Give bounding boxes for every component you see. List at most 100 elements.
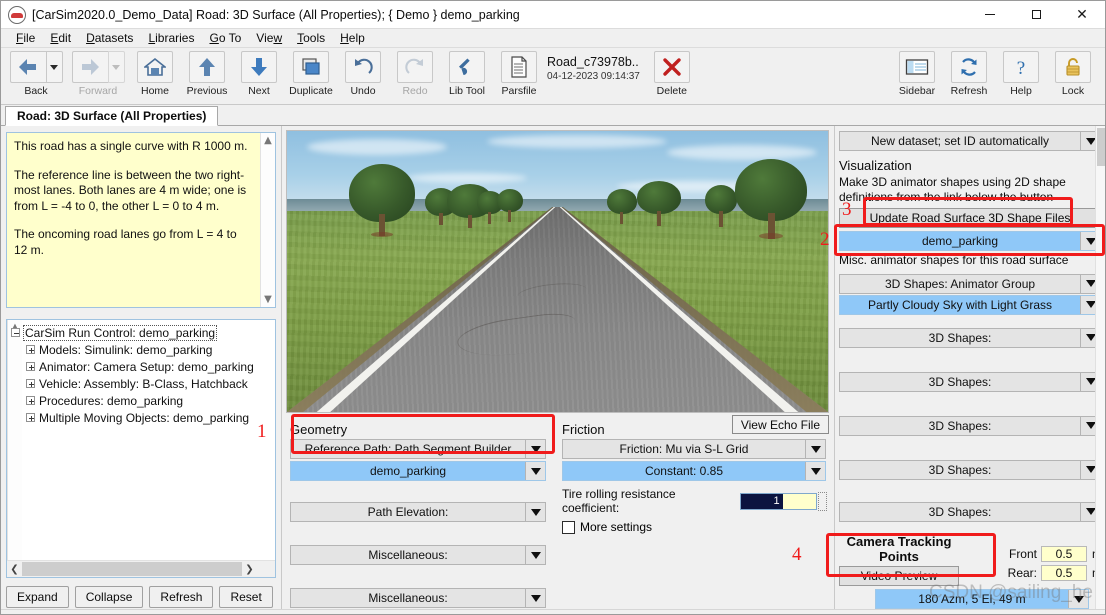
refresh-circular-arrows-icon[interactable] bbox=[951, 51, 987, 83]
undo-button[interactable]: Undo bbox=[337, 51, 389, 97]
dataset-tree[interactable]: CarSim Run Control: demo_parking Models:… bbox=[7, 320, 254, 426]
back-button[interactable]: Back bbox=[5, 51, 67, 97]
menu-datasets[interactable]: Datasets bbox=[79, 30, 141, 46]
menu-edit[interactable]: Edit bbox=[43, 30, 79, 46]
tree-node-mmo[interactable]: Multiple Moving Objects: demo_parking bbox=[11, 409, 254, 426]
arrow-up-icon[interactable] bbox=[189, 51, 225, 83]
padlock-icon[interactable] bbox=[1055, 51, 1091, 83]
notes-panel[interactable]: This road has a single curve with R 1000… bbox=[6, 132, 276, 308]
chevron-down-icon[interactable] bbox=[525, 462, 545, 480]
delete-button[interactable]: Delete bbox=[646, 51, 698, 97]
road-surface-shape-value[interactable]: demo_parking bbox=[839, 231, 1101, 251]
reference-path-combo[interactable]: Reference Path: Path Segment Builder bbox=[290, 439, 546, 459]
forward-button[interactable]: Forward bbox=[67, 51, 129, 97]
parsfile-button[interactable]: Parsfile bbox=[493, 51, 545, 97]
chevron-down-icon[interactable] bbox=[525, 503, 545, 521]
expand-box-icon[interactable] bbox=[26, 362, 35, 371]
scroll-up-chevron-icon[interactable]: ▲ bbox=[264, 133, 272, 148]
menu-help[interactable]: Help bbox=[333, 30, 373, 46]
wrench-icon[interactable] bbox=[449, 51, 485, 83]
next-button[interactable]: Next bbox=[233, 51, 285, 97]
rolling-resistance-input[interactable]: 1 bbox=[739, 492, 818, 510]
misc-combo-1[interactable]: Miscellaneous: bbox=[290, 545, 546, 565]
shape-combo-6[interactable]: 3D Shapes: bbox=[839, 501, 1101, 522]
update-road-surface-3d-shape-files-button[interactable]: Update Road Surface 3D Shape Files bbox=[839, 208, 1101, 228]
home-button[interactable]: Home bbox=[129, 51, 181, 97]
refresh-tree-button[interactable]: Refresh bbox=[149, 586, 214, 608]
collapse-button[interactable]: Collapse bbox=[74, 586, 144, 608]
arrow-down-icon[interactable] bbox=[241, 51, 277, 83]
minimize-icon[interactable] bbox=[967, 1, 1013, 29]
tree-node-models[interactable]: Models: Simulink: demo_parking bbox=[11, 341, 254, 358]
shape-combo-4[interactable]: 3D Shapes: bbox=[839, 415, 1101, 436]
rolling-resistance-spinner[interactable] bbox=[818, 491, 827, 511]
shape-combo-2[interactable]: 3D Shapes: bbox=[839, 327, 1101, 348]
menu-goto[interactable]: Go To bbox=[202, 30, 249, 46]
chevron-down-icon[interactable] bbox=[805, 440, 825, 458]
sidebar-button[interactable]: Sidebar bbox=[891, 51, 943, 97]
arrow-left-icon[interactable] bbox=[9, 51, 46, 83]
right-scroll-thumb[interactable] bbox=[1097, 128, 1105, 166]
redo-button[interactable]: Redo bbox=[389, 51, 441, 97]
menu-view[interactable]: View bbox=[249, 30, 290, 46]
expand-box-icon[interactable] bbox=[26, 413, 35, 422]
reset-button[interactable]: Reset bbox=[219, 586, 273, 608]
animator-viewport[interactable] bbox=[286, 130, 829, 413]
misc-combo-2[interactable]: Miscellaneous: bbox=[290, 588, 546, 608]
expand-box-icon[interactable] bbox=[26, 345, 35, 354]
hscroll-thumb[interactable] bbox=[22, 562, 242, 576]
tree-node-root[interactable]: CarSim Run Control: demo_parking bbox=[11, 324, 254, 341]
sidebar-panel-icon[interactable] bbox=[899, 51, 935, 83]
chevron-down-icon[interactable] bbox=[525, 589, 545, 607]
tab-road-3d-surface[interactable]: Road: 3D Surface (All Properties) bbox=[5, 106, 219, 126]
help-button[interactable]: ? Help bbox=[995, 51, 1047, 97]
tree-node-animator[interactable]: Animator: Camera Setup: demo_parking bbox=[11, 358, 254, 375]
chevron-down-icon[interactable] bbox=[1068, 590, 1088, 608]
path-elevation-combo[interactable]: Path Elevation: bbox=[290, 502, 546, 522]
undo-arrow-icon[interactable] bbox=[345, 51, 381, 83]
chevron-down-icon[interactable] bbox=[525, 546, 545, 564]
right-panel-scrollbar[interactable] bbox=[1095, 126, 1105, 614]
scroll-left-chevron-icon[interactable]: ❮ bbox=[7, 564, 22, 575]
red-x-icon[interactable] bbox=[653, 51, 690, 83]
expand-box-icon[interactable] bbox=[26, 379, 35, 388]
dataset-combo[interactable]: New dataset; set ID automatically bbox=[839, 131, 1101, 151]
run-control-tree-panel[interactable]: CarSim Run Control: demo_parking Models:… bbox=[6, 319, 276, 578]
duplicate-button[interactable]: Duplicate bbox=[285, 51, 337, 97]
camera-view-combo[interactable]: 180 Azm, 5 El, 49 m bbox=[875, 589, 1089, 609]
notes-scrollbar[interactable]: ▲ ▼ bbox=[260, 133, 275, 307]
duplicate-windows-icon[interactable] bbox=[293, 51, 329, 83]
refresh-button[interactable]: Refresh bbox=[943, 51, 995, 97]
previous-button[interactable]: Previous bbox=[181, 51, 233, 97]
expand-box-icon[interactable] bbox=[26, 396, 35, 405]
notes-text[interactable]: This road has a single curve with R 1000… bbox=[7, 133, 260, 307]
camera-rear-input[interactable]: 0.5 bbox=[1041, 564, 1087, 581]
home-icon[interactable] bbox=[137, 51, 173, 83]
friction-type-combo[interactable]: Friction: Mu via S-L Grid bbox=[562, 439, 826, 459]
tree-horizontal-scrollbar[interactable]: ❮ ❯ bbox=[7, 560, 275, 577]
video-preview-button[interactable]: Video Preview bbox=[839, 566, 959, 586]
reference-path-value-combo[interactable]: demo_parking bbox=[290, 461, 546, 481]
close-icon[interactable]: ✕ bbox=[1059, 1, 1105, 29]
menu-file[interactable]: File bbox=[9, 30, 43, 46]
menu-libraries[interactable]: Libraries bbox=[141, 30, 202, 46]
shape-combo-animator-group[interactable]: 3D Shapes: Animator Group bbox=[839, 273, 1101, 294]
friction-value-combo[interactable]: Constant: 0.85 bbox=[562, 461, 826, 481]
more-settings-checkbox[interactable] bbox=[562, 520, 575, 534]
shape-combo-sky-grass[interactable]: Partly Cloudy Sky with Light Grass bbox=[839, 294, 1101, 315]
scroll-down-chevron-icon[interactable]: ▼ bbox=[264, 292, 272, 307]
shape-combo-3[interactable]: 3D Shapes: bbox=[839, 371, 1101, 392]
scroll-right-chevron-icon[interactable]: ❯ bbox=[242, 564, 257, 575]
expand-button[interactable]: Expand bbox=[6, 586, 69, 608]
question-mark-icon[interactable]: ? bbox=[1003, 51, 1039, 83]
shape-combo-5[interactable]: 3D Shapes: bbox=[839, 459, 1101, 480]
document-lines-icon[interactable] bbox=[501, 51, 537, 83]
tree-node-procedures[interactable]: Procedures: demo_parking bbox=[11, 392, 254, 409]
lib-tool-button[interactable]: Lib Tool bbox=[441, 51, 493, 97]
maximize-icon[interactable] bbox=[1013, 1, 1059, 29]
chevron-down-icon[interactable] bbox=[805, 462, 825, 480]
more-settings-row[interactable]: More settings bbox=[562, 520, 826, 534]
tree-node-vehicle[interactable]: Vehicle: Assembly: B-Class, Hatchback bbox=[11, 375, 254, 392]
chevron-down-icon[interactable] bbox=[525, 440, 545, 458]
lock-button[interactable]: Lock bbox=[1047, 51, 1099, 97]
